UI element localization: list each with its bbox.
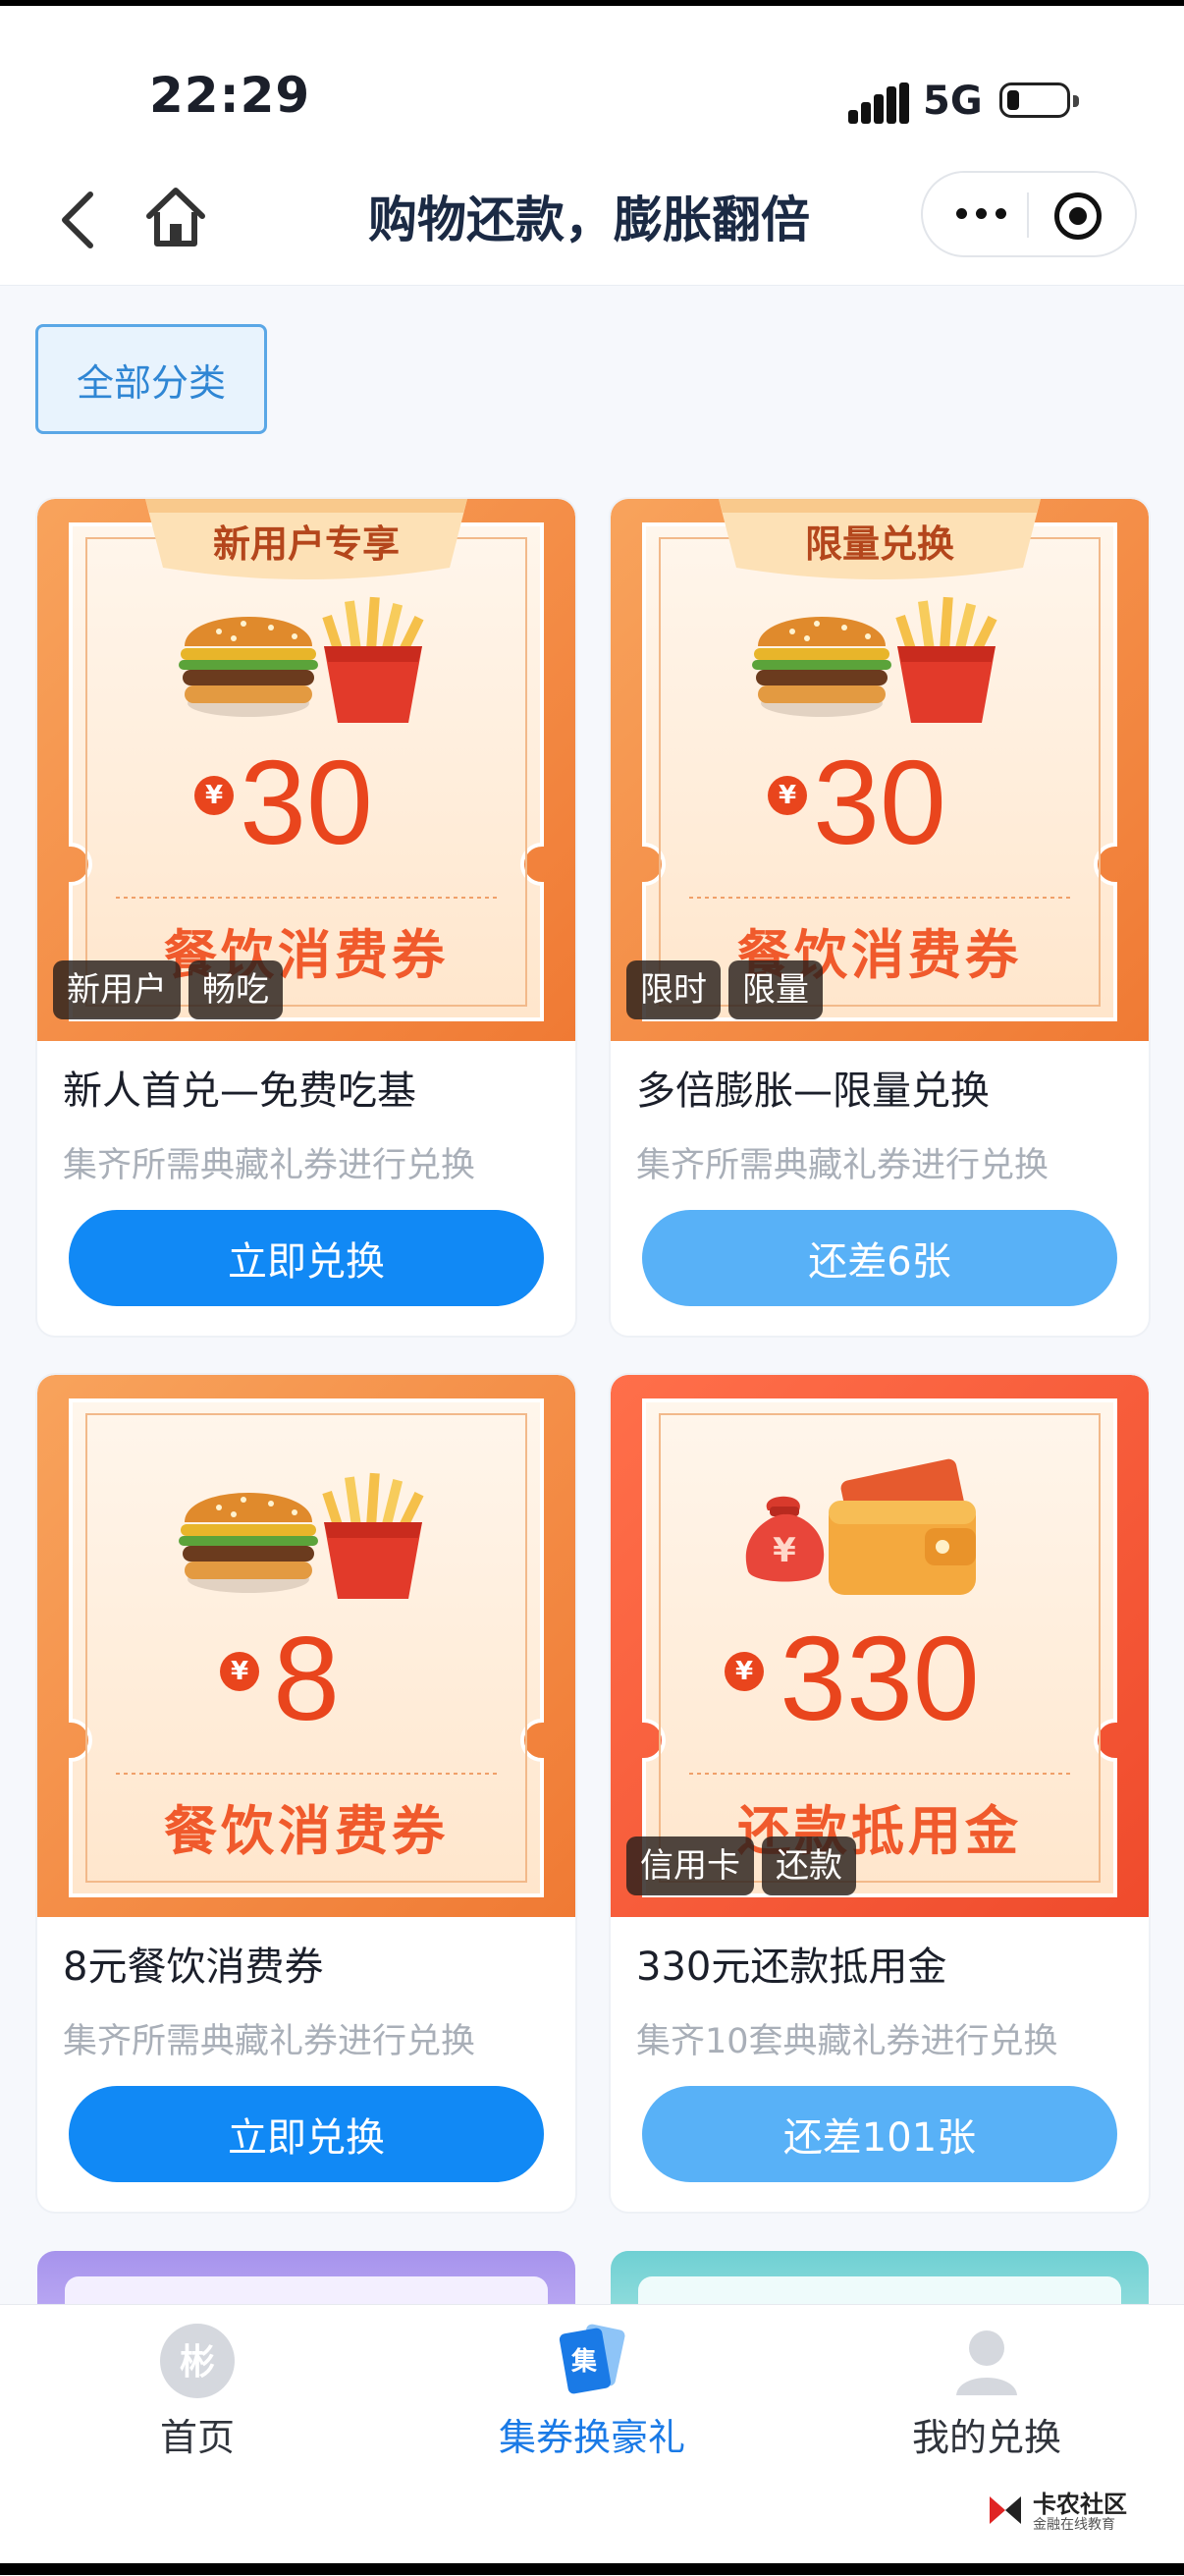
card-tags: 限时 限量 xyxy=(626,960,823,1019)
close-miniapp-icon[interactable] xyxy=(1054,192,1102,240)
reward-card[interactable]: 新用户专享 ¥ 30 餐饮消费券 新用户 畅吃 新人首兑—免费吃基 集齐所需典藏礼… xyxy=(37,499,575,1336)
tab-home[interactable]: 彬 首页 xyxy=(0,2305,395,2576)
card-image: ¥ 8 餐饮消费券 xyxy=(37,1375,575,1917)
burger-illustration xyxy=(752,617,891,717)
burger-illustration xyxy=(179,1493,318,1593)
back-arrow-icon[interactable] xyxy=(47,181,106,259)
watermark-subtitle: 金融在线教育 xyxy=(1033,2517,1115,2533)
card-tag: 信用卡 xyxy=(626,1836,754,1895)
card-description: 集齐所需典藏礼券进行兑换 xyxy=(63,1146,476,1185)
card-tag: 畅吃 xyxy=(188,960,283,1019)
tab-coupon-exchange[interactable]: 集 集券换豪礼 xyxy=(395,2305,789,2576)
burger-illustration xyxy=(179,617,318,717)
card-title: 多倍膨胀—限量兑换 xyxy=(636,1069,990,1114)
card-peek-purple xyxy=(37,2251,575,2310)
redeem-button[interactable]: 立即兑换 xyxy=(69,1210,544,1306)
card-description: 集齐所需典藏礼券进行兑换 xyxy=(63,2022,476,2061)
status-time: 22:29 xyxy=(149,67,311,124)
page-title: 购物还款，膨胀翻倍 xyxy=(368,192,810,248)
card-image: ¥ ¥ 330 还款抵用金 信用卡 还款 xyxy=(611,1375,1149,1917)
navigation-bar: 购物还款，膨胀翻倍 xyxy=(0,153,1184,286)
redeem-button[interactable]: 立即兑换 xyxy=(69,2086,544,2182)
watermark-logo-icon xyxy=(990,2496,1021,2524)
card-tags: 信用卡 还款 xyxy=(626,1836,856,1895)
signal-icon xyxy=(848,82,909,124)
remaining-count-button[interactable]: 还差6张 xyxy=(642,1210,1117,1306)
card-tag: 新用户 xyxy=(53,960,181,1019)
card-tag: 还款 xyxy=(762,1836,856,1895)
reward-card[interactable]: 限量兑换 ¥ 30 餐饮消费券 限时 限量 多倍膨胀—限量兑换 集齐所需典藏礼券进… xyxy=(611,499,1149,1336)
card-amount: 330 xyxy=(780,1612,980,1745)
home-icon[interactable] xyxy=(141,183,210,251)
reward-card[interactable]: ¥ ¥ 330 还款抵用金 信用卡 还款 330元还款抵用金 集齐10套典藏礼券进… xyxy=(611,1375,1149,2212)
card-title: 新人首兑—免费吃基 xyxy=(63,1069,416,1114)
more-icon[interactable] xyxy=(956,208,1007,219)
user-icon xyxy=(956,2330,1017,2395)
category-filter-button[interactable]: 全部分类 xyxy=(35,324,267,434)
card-image: 新用户专享 ¥ 30 餐饮消费券 新用户 畅吃 xyxy=(37,499,575,1041)
svg-text:彬: 彬 xyxy=(180,2342,215,2383)
card-amount: 30 xyxy=(240,736,373,869)
card-ribbon: 新用户专享 xyxy=(212,521,400,566)
tab-label-home: 首页 xyxy=(159,2416,235,2459)
bottom-edge xyxy=(0,2563,1184,2575)
voucher-type: 餐饮消费券 xyxy=(164,1800,449,1862)
card-title: 8元餐饮消费券 xyxy=(63,1945,324,1990)
tab-label-coupon: 集券换豪礼 xyxy=(498,2416,685,2459)
card-title: 330元还款抵用金 xyxy=(636,1945,947,1990)
watermark: 卡农社区 金融在线教育 xyxy=(984,2485,1160,2544)
battery-icon xyxy=(999,82,1079,118)
card-amount: 8 xyxy=(273,1612,340,1745)
tab-label-mine: 我的兑换 xyxy=(911,2416,1061,2459)
card-tag: 限量 xyxy=(728,960,823,1019)
status-bar: 22:29 5G xyxy=(0,6,1184,153)
card-tag: 限时 xyxy=(626,960,721,1019)
card-description: 集齐10套典藏礼券进行兑换 xyxy=(636,2022,1058,2061)
svg-text:¥: ¥ xyxy=(773,1531,796,1570)
coupon-collect-icon: 集 xyxy=(559,2324,625,2394)
card-description: 集齐所需典藏礼券进行兑换 xyxy=(636,1146,1049,1185)
svg-text:集: 集 xyxy=(570,2346,598,2377)
card-tags: 新用户 畅吃 xyxy=(53,960,283,1019)
card-ribbon: 限量兑换 xyxy=(804,521,954,566)
card-image: 限量兑换 ¥ 30 餐饮消费券 限时 限量 xyxy=(611,499,1149,1041)
home-logo-icon: 彬 xyxy=(160,2324,235,2398)
card-peek-teal xyxy=(611,2251,1149,2310)
network-type: 5G xyxy=(923,79,983,124)
miniapp-capsule xyxy=(921,171,1137,257)
remaining-count-button[interactable]: 还差101张 xyxy=(642,2086,1117,2182)
card-amount: 30 xyxy=(813,736,946,869)
reward-card[interactable]: ¥ 8 餐饮消费券 8元餐饮消费券 集齐所需典藏礼券进行兑换 立即兑换 xyxy=(37,1375,575,2212)
